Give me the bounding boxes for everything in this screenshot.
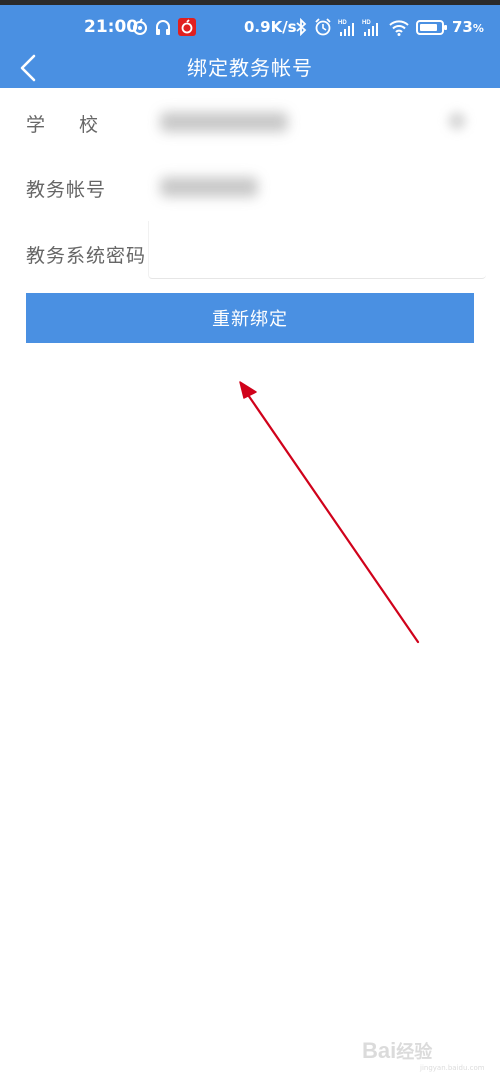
rebind-button[interactable]: 重新绑定 [26,293,474,343]
alarm-icon [314,18,332,38]
page-title: 绑定教务帐号 [187,56,313,80]
wifi-icon [388,18,410,38]
dropdown-icon [448,112,466,130]
svg-text:HD: HD [362,20,371,26]
account-value-redacted [160,177,258,197]
watermark-text: Bai经验 [362,1038,433,1063]
battery-icon [416,18,448,38]
baidu-jingyan-watermark: Bai经验 jingyan.baidu.com [362,1030,490,1072]
school-select[interactable] [148,90,486,154]
svg-text:HD: HD [338,20,347,26]
battery-percentage: 73% [452,18,484,36]
network-speed: 0.9K/s [244,18,297,36]
password-input[interactable] [148,221,486,279]
app-notification-icon [132,18,148,38]
headset-icon [154,18,172,38]
school-row: 学校 [0,90,500,156]
school-value-redacted [160,112,288,132]
account-label: 教务帐号 [26,179,107,201]
status-bar: 21:00 0.9K/s HD HD 73% [0,5,500,49]
bind-account-screen: 21:00 0.9K/s HD HD 73% 绑定教务帐号 学校 教务帐号 教务… [0,0,500,1084]
account-row: 教务帐号 [0,155,500,221]
signal-hd-icon: HD [338,18,358,38]
netease-music-icon [178,18,196,38]
password-label: 教务系统密码 [26,245,147,267]
navigation-bar: 绑定教务帐号 [0,49,500,88]
signal-hd-icon-2: HD [362,18,382,38]
bluetooth-icon [294,18,308,38]
status-time: 21:00 [84,17,139,37]
password-row: 教务系统密码 [0,221,500,287]
school-label: 学校 [26,114,133,136]
account-input[interactable] [148,155,486,219]
watermark-url: jingyan.baidu.com [420,1064,485,1072]
